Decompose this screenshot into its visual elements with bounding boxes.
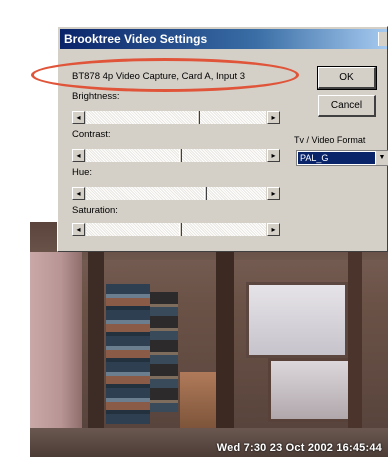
window [246, 282, 348, 358]
brightness-slider[interactable]: ◂ ▸ [72, 111, 280, 125]
bookshelf [150, 292, 178, 412]
wooden-post [88, 242, 104, 457]
contrast-slider[interactable]: ◂ ▸ [72, 149, 280, 163]
arrow-left-icon[interactable]: ◂ [72, 187, 85, 200]
slider-thumb[interactable] [178, 223, 182, 236]
contrast-label: Contrast: [72, 129, 111, 140]
video-format-label: Tv / Video Format [294, 135, 366, 145]
video-timestamp: Wed 7:30 23 Oct 2002 16:45:44 [216, 442, 382, 454]
arrow-left-icon[interactable]: ◂ [72, 223, 85, 236]
arrow-right-icon[interactable]: ▸ [267, 149, 280, 162]
saturation-label: Saturation: [72, 205, 118, 216]
slider-thumb[interactable] [178, 149, 182, 162]
arrow-right-icon[interactable]: ▸ [267, 223, 280, 236]
left-wall [30, 252, 82, 457]
arrow-left-icon[interactable]: ◂ [72, 111, 85, 124]
desk [180, 372, 220, 432]
title-bar[interactable]: Brooktree Video Settings [60, 29, 387, 49]
hue-slider[interactable]: ◂ ▸ [72, 187, 280, 201]
slider-track[interactable] [86, 223, 266, 236]
slider-track[interactable] [86, 111, 266, 124]
video-settings-dialog: Brooktree Video Settings BT878 4p Video … [31, 26, 388, 252]
chevron-down-icon[interactable]: ▼ [375, 151, 388, 165]
video-preview: Wed 7:30 23 Oct 2002 16:45:44 [30, 222, 388, 457]
arrow-left-icon[interactable]: ◂ [72, 149, 85, 162]
wooden-post [348, 242, 362, 457]
video-format-select[interactable]: PAL_G ▼ [296, 150, 388, 166]
slider-thumb[interactable] [203, 187, 207, 200]
slider-thumb[interactable] [196, 111, 200, 124]
slider-track[interactable] [86, 149, 266, 162]
arrow-right-icon[interactable]: ▸ [267, 111, 280, 124]
close-icon[interactable] [378, 32, 387, 46]
wooden-post [216, 248, 234, 457]
bookshelf [106, 284, 150, 424]
video-format-value: PAL_G [298, 152, 376, 164]
dialog-title: Brooktree Video Settings [64, 32, 208, 46]
slider-track[interactable] [86, 187, 266, 200]
arrow-right-icon[interactable]: ▸ [267, 187, 280, 200]
brightness-label: Brightness: [72, 91, 120, 102]
ok-button[interactable]: OK [317, 66, 377, 90]
cancel-button[interactable]: Cancel [318, 95, 376, 117]
window [268, 358, 354, 422]
device-name: BT878 4p Video Capture, Card A, Input 3 [72, 71, 246, 82]
hue-label: Hue: [72, 167, 93, 178]
saturation-slider[interactable]: ◂ ▸ [72, 223, 280, 237]
